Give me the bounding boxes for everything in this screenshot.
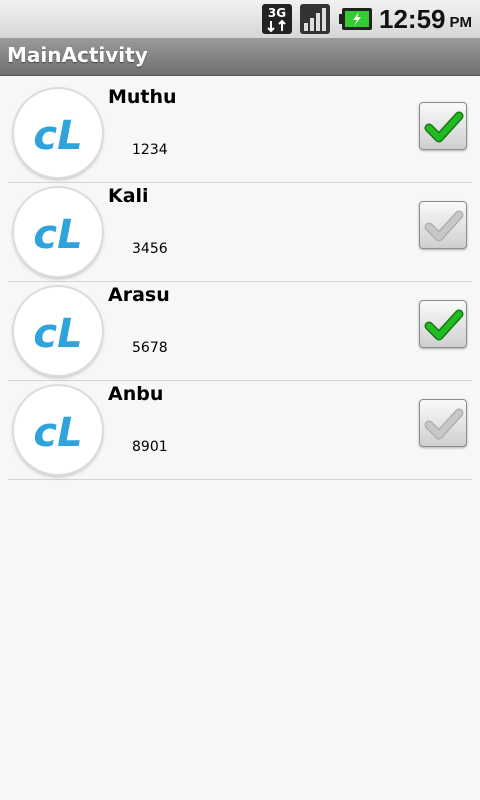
checkmark-icon — [424, 111, 464, 143]
svg-text:cL: cL — [33, 311, 82, 357]
contact-number: 3456 — [132, 241, 168, 257]
clock-ampm: PM — [449, 13, 473, 31]
checkmark-icon — [424, 309, 464, 341]
title-bar: MainActivity — [0, 38, 480, 76]
contact-avatar: cL — [14, 287, 102, 375]
contact-name: Muthu — [108, 86, 177, 108]
contact-checkbox[interactable] — [419, 300, 467, 348]
list-item[interactable]: cL Anbu 8901 — [8, 381, 472, 480]
checkmark-icon — [424, 210, 464, 242]
contact-name: Kali — [108, 185, 149, 207]
contact-list: cL Muthu 1234 cL Kali 3456 cL Arasu 5678 cL Anbu 89… — [0, 84, 480, 480]
cl-logo-icon: cL — [33, 311, 82, 357]
cl-logo-icon: cL — [33, 113, 82, 159]
svg-text:cL: cL — [33, 212, 82, 258]
contact-number: 8901 — [132, 439, 168, 455]
signal-strength-icon — [299, 3, 331, 35]
checkmark-icon — [424, 408, 464, 440]
svg-text:cL: cL — [33, 410, 82, 456]
network-label: 3G — [268, 6, 286, 20]
contact-checkbox[interactable] — [419, 102, 467, 150]
contact-number: 1234 — [132, 142, 168, 158]
list-item[interactable]: cL Kali 3456 — [8, 183, 472, 282]
contact-checkbox[interactable] — [419, 399, 467, 447]
3g-data-icon: 3G — [261, 3, 293, 35]
list-item[interactable]: cL Muthu 1234 — [8, 84, 472, 183]
status-bar: 3G 12:59 PM — [0, 0, 480, 38]
contact-avatar: cL — [14, 89, 102, 177]
contact-avatar: cL — [14, 386, 102, 474]
contact-name: Anbu — [108, 383, 164, 405]
svg-text:cL: cL — [33, 113, 82, 159]
contact-name: Arasu — [108, 284, 170, 306]
contact-avatar: cL — [14, 188, 102, 276]
app-title: MainActivity — [7, 43, 148, 67]
contact-checkbox[interactable] — [419, 201, 467, 249]
list-item[interactable]: cL Arasu 5678 — [8, 282, 472, 381]
battery-charging-icon — [339, 7, 373, 31]
cl-logo-icon: cL — [33, 212, 82, 258]
status-icons: 3G 12:59 PM — [261, 0, 480, 38]
clock-time: 12:59 — [379, 3, 446, 34]
contact-number: 5678 — [132, 340, 168, 356]
cl-logo-icon: cL — [33, 410, 82, 456]
